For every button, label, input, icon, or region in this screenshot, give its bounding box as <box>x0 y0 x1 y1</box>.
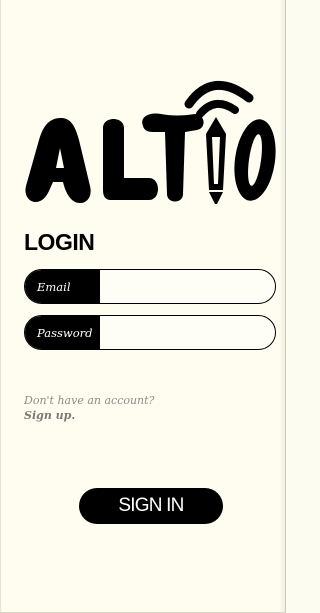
logo-letter-o <box>234 119 276 201</box>
password-field[interactable]: Password <box>24 315 276 350</box>
altio-logo <box>25 80 276 204</box>
email-field[interactable]: Email <box>24 269 276 304</box>
wifi-icon <box>184 80 254 118</box>
email-label: Email <box>25 270 100 303</box>
pencil-icon <box>206 117 226 204</box>
password-input[interactable] <box>100 316 275 349</box>
signin-button[interactable]: SIGN IN <box>79 488 223 524</box>
login-heading: LOGIN <box>24 229 95 255</box>
signup-link[interactable]: Sign up. <box>24 409 75 423</box>
login-screen: LOGIN Email Password Don't have an accou… <box>0 0 286 613</box>
no-account-text: Don't have an account? <box>24 394 155 407</box>
edge-shadow <box>279 0 285 612</box>
email-input[interactable] <box>100 270 275 303</box>
password-label: Password <box>25 316 100 349</box>
logo-letter-a <box>25 118 91 204</box>
